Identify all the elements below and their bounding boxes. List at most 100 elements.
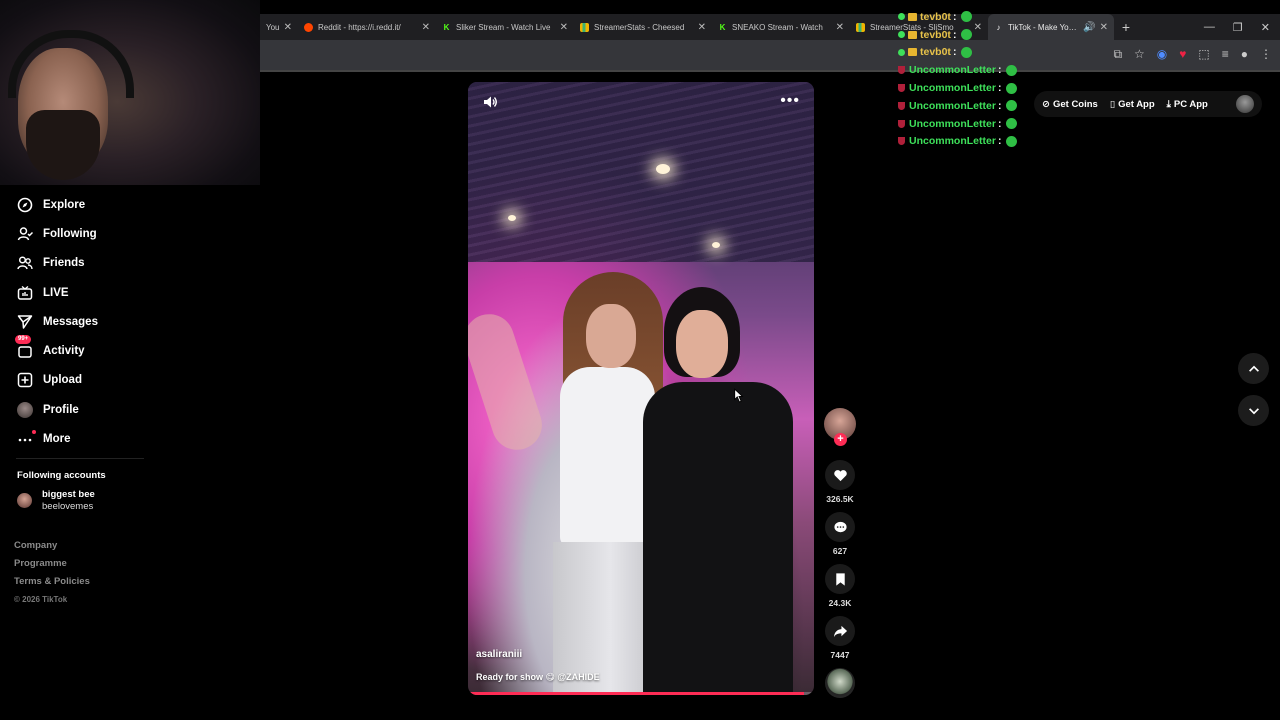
- chat-username: tevb0t: [920, 10, 951, 23]
- sidebar-item-profile[interactable]: Profile: [16, 395, 176, 424]
- close-tab-icon[interactable]: ✕: [284, 22, 292, 33]
- compass-icon: [16, 196, 34, 214]
- profile-icon[interactable]: ●: [1241, 47, 1248, 62]
- sidebar-item-label: LIVE: [43, 286, 69, 299]
- sidebar-item-live[interactable]: LIVE: [16, 278, 176, 307]
- streamerstats-favicon-icon: [580, 22, 589, 32]
- restore-icon[interactable]: ❐: [1233, 21, 1243, 34]
- sidebar-item-label: Following: [43, 227, 97, 240]
- chevron-up-icon: [1248, 365, 1259, 372]
- footer-link-terms[interactable]: Terms & Policies: [14, 573, 90, 591]
- chat-emote-icon: [1006, 64, 1018, 76]
- following-accounts-title: Following accounts: [17, 470, 106, 481]
- bookmark-star-icon[interactable]: ☆: [1134, 47, 1145, 62]
- get-coins-label: Get Coins: [1052, 98, 1098, 110]
- get-app-button[interactable]: ▯ Get App: [1110, 99, 1155, 110]
- footer-link-programme[interactable]: Programme: [14, 555, 90, 573]
- sidebar-item-friends[interactable]: Friends: [16, 249, 176, 278]
- sidebar-item-messages[interactable]: Messages: [16, 307, 176, 336]
- get-coins-button[interactable]: ⊘ Get Coins: [1042, 99, 1098, 110]
- chat-emote-icon: [961, 11, 973, 23]
- sidebar-item-label: Explore: [43, 198, 86, 211]
- next-video-button[interactable]: [1238, 395, 1269, 426]
- sidebar-item-label: Friends: [43, 257, 85, 270]
- close-window-icon[interactable]: ✕: [1261, 21, 1270, 34]
- tab-title: Reddit - https://i.redd.it/: [318, 22, 401, 32]
- chat-emote-icon: [961, 46, 973, 58]
- creator-avatar[interactable]: +: [824, 408, 856, 446]
- chat-username: UncommonLetter: [909, 64, 996, 77]
- video-player[interactable]: ••• asaliraniii Ready for show 😋 @ZAHIDE: [468, 82, 814, 695]
- volume-icon[interactable]: [482, 94, 498, 110]
- chat-colon: :: [997, 135, 1002, 148]
- user-avatar[interactable]: [1236, 95, 1254, 113]
- share-count: 7447: [830, 650, 850, 660]
- comment-count: 627: [832, 546, 848, 556]
- kick-favicon-icon: K: [443, 22, 450, 32]
- previous-video-button[interactable]: [1238, 353, 1269, 384]
- chat-emote-icon: [1006, 82, 1018, 94]
- pc-app-label: PC App: [1173, 98, 1208, 110]
- video-username[interactable]: asaliraniii: [476, 649, 522, 660]
- browser-tab[interactable]: K SNEAKO Stream - Watch ✕: [712, 14, 850, 40]
- bookmark-icon[interactable]: [825, 564, 855, 594]
- share-icon[interactable]: [825, 616, 855, 646]
- chat-username: UncommonLetter: [909, 82, 996, 95]
- shield-badge-icon: [898, 66, 905, 75]
- browser-tab[interactable]: StreamerStats - Cheesed ✕: [574, 14, 712, 40]
- messages-icon: [16, 313, 34, 331]
- minimize-icon[interactable]: —: [1204, 21, 1215, 34]
- chat-emote-icon: [961, 29, 973, 41]
- menu-kebab-icon[interactable]: ⋮: [1260, 47, 1272, 62]
- save-action[interactable]: 24.3K: [822, 564, 858, 610]
- sidebar-item-more[interactable]: More: [16, 424, 176, 453]
- music-disc-icon[interactable]: [825, 668, 855, 698]
- phone-icon: ▯: [1109, 98, 1116, 110]
- following-account-item[interactable]: biggest bee beelovemes: [17, 489, 95, 513]
- sidebar-item-explore[interactable]: Explore: [16, 190, 176, 219]
- close-tab-icon[interactable]: ✕: [1100, 22, 1108, 33]
- close-tab-icon[interactable]: ✕: [560, 22, 568, 33]
- sidebar-nav: Explore Following Friends LIVE Messages …: [15, 190, 176, 454]
- sidebar-divider: [16, 458, 144, 459]
- chat-emote-icon: [1006, 100, 1018, 112]
- extension-icon-2[interactable]: ♥: [1179, 47, 1186, 62]
- share-action[interactable]: 7447: [822, 616, 858, 662]
- footer-link-company[interactable]: Company: [14, 537, 90, 555]
- extensions-puzzle-icon[interactable]: ⬚: [1198, 47, 1209, 62]
- upload-icon: [16, 371, 34, 389]
- close-tab-icon[interactable]: ✕: [422, 22, 430, 33]
- comment-action[interactable]: 627: [822, 512, 858, 558]
- extension-icon-1[interactable]: ◉: [1157, 47, 1167, 62]
- avatar: [17, 493, 32, 508]
- sidebar-item-label: More: [43, 433, 71, 446]
- dancer-left-body: [560, 367, 655, 547]
- heart-icon[interactable]: [825, 460, 855, 490]
- like-action[interactable]: 326.5K: [822, 460, 858, 506]
- notification-dot: [32, 430, 36, 435]
- account-username: beelovemes: [42, 501, 94, 512]
- media-control-icon[interactable]: ≡: [1222, 47, 1229, 62]
- more-options-icon[interactable]: •••: [780, 93, 800, 109]
- video-progress-bar[interactable]: [468, 692, 814, 695]
- browser-tab[interactable]: Reddit - https://i.redd.it/ ✕: [298, 14, 436, 40]
- chat-message: tevb0t:: [898, 8, 1017, 26]
- browser-tab[interactable]: You ✕: [260, 14, 298, 40]
- chat-username: tevb0t: [920, 46, 951, 59]
- save-count: 24.3K: [828, 598, 852, 608]
- sidebar-item-activity[interactable]: 99+ Activity: [15, 335, 176, 365]
- pc-app-button[interactable]: ⤓ PC App: [1167, 99, 1208, 110]
- follow-plus-icon[interactable]: +: [834, 433, 847, 446]
- comment-icon[interactable]: [825, 512, 855, 542]
- close-tab-icon[interactable]: ✕: [698, 22, 706, 33]
- like-count: 326.5K: [826, 494, 854, 504]
- streamerstats-favicon-icon: [856, 22, 865, 32]
- crown-badge-icon: [908, 12, 917, 21]
- sidebar-item-upload[interactable]: Upload: [16, 366, 176, 395]
- sidebar-item-following[interactable]: Following: [16, 219, 176, 248]
- chat-badge-icon: [898, 13, 905, 21]
- browser-tab[interactable]: K Sliker Stream - Watch Live ✕: [436, 14, 574, 40]
- cast-icon[interactable]: ⧉: [1113, 47, 1122, 62]
- close-tab-icon[interactable]: ✕: [836, 22, 844, 33]
- new-tab-icon[interactable]: +: [1114, 19, 1138, 35]
